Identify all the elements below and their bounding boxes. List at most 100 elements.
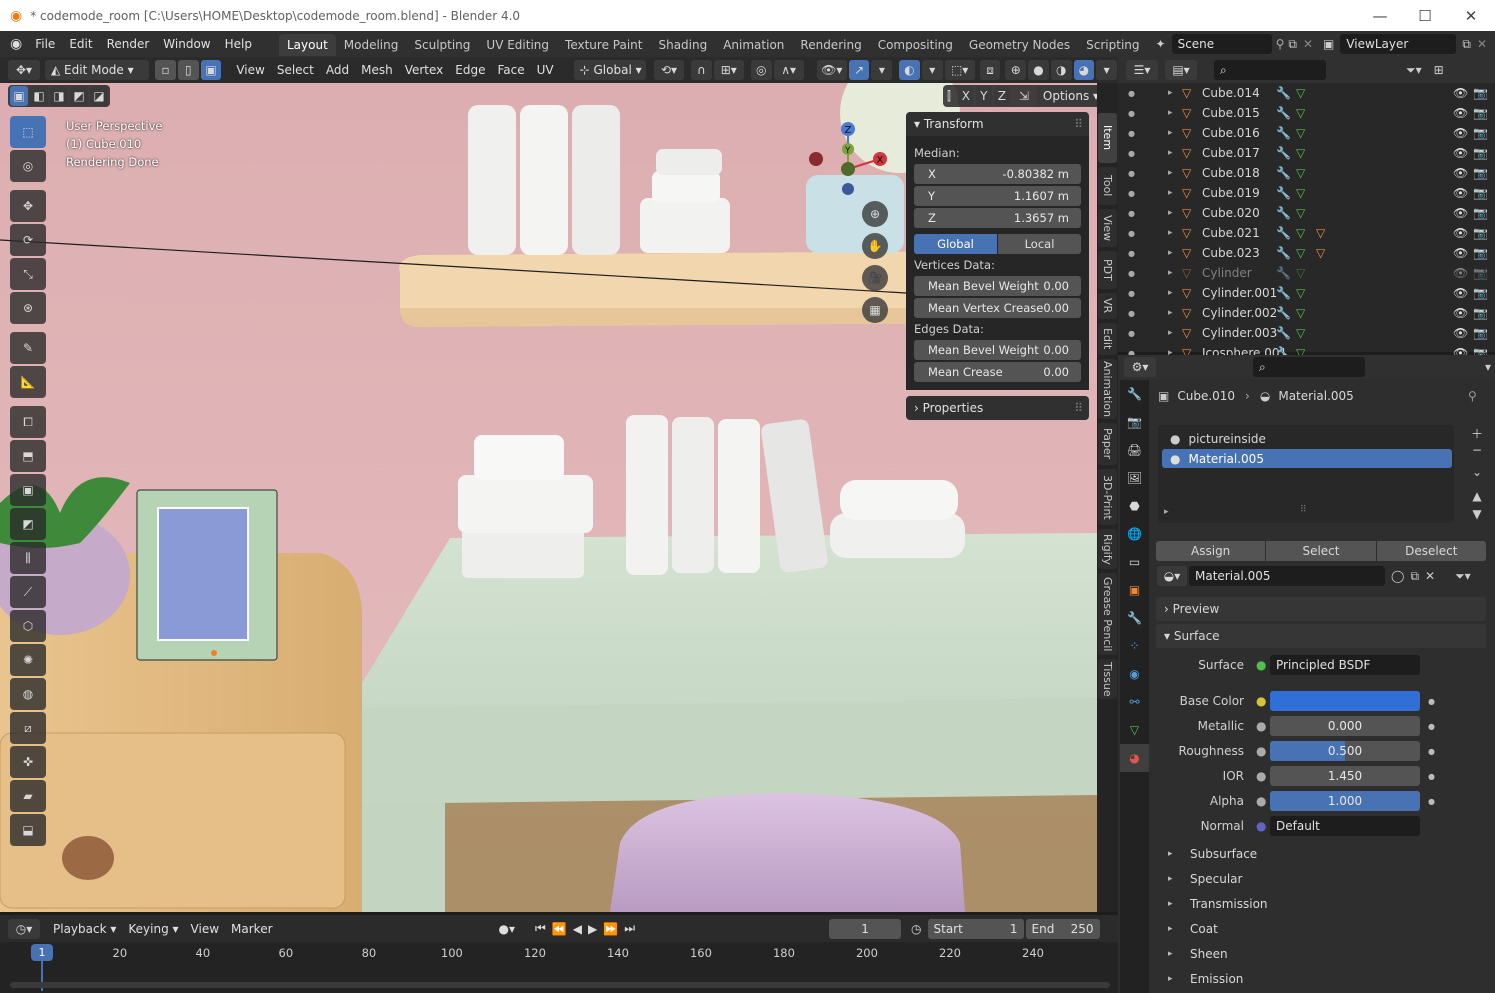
exclude-checkbox-icon[interactable]: ●	[1128, 209, 1142, 218]
rotate-tool-icon[interactable]: ⟳	[10, 224, 46, 256]
sidebar-tab-animation[interactable]: Animation	[1098, 359, 1117, 419]
vertex-crease-field[interactable]: Mean Vertex Crease 0.00	[914, 298, 1081, 318]
global-toggle[interactable]: Global	[914, 234, 997, 254]
slot-item-selected[interactable]: ● Material.005	[1162, 449, 1452, 468]
sidebar-tab-rigify[interactable]: Rigify	[1098, 529, 1117, 569]
loop-cut-tool-icon[interactable]: ⫼	[10, 542, 46, 574]
expand-arrow-icon[interactable]: ▸	[1168, 308, 1182, 318]
menu-edit[interactable]: Edit	[62, 31, 99, 57]
constraints-tab-icon[interactable]: ⚯	[1120, 688, 1149, 716]
new-view-layer-icon[interactable]: ⧉	[1462, 37, 1471, 52]
render-camera-icon[interactable]: 📷	[1473, 306, 1495, 320]
proportional-edit-icon[interactable]: ◎	[750, 60, 772, 80]
ortho-grid-icon[interactable]: ▦	[862, 297, 888, 323]
subsection-emission[interactable]: ▸ Emission	[1168, 967, 1468, 992]
visibility-eye-icon[interactable]: 👁	[1453, 146, 1473, 160]
subsection-specular[interactable]: ▸ Specular	[1168, 867, 1468, 892]
render-tab-icon[interactable]: 📷	[1120, 408, 1149, 436]
normal-field[interactable]: Default	[1270, 816, 1420, 836]
pivot-icon[interactable]: ⟲▾	[653, 60, 684, 80]
exclude-checkbox-icon[interactable]: ●	[1128, 269, 1142, 278]
outliner-row[interactable]: ● ▸ ▽ Cylinder 🔧 ▽ 👁 📷	[1118, 263, 1495, 283]
expand-arrow-icon[interactable]: ▸	[1168, 188, 1182, 198]
menu-add[interactable]: Add	[320, 60, 355, 80]
marker-menu[interactable]: Marker	[225, 919, 278, 939]
material-name-field[interactable]: Material.005	[1189, 566, 1385, 586]
timeline[interactable]: 20 40 60 80 100 120 140 160 180 200 220 240 1	[0, 942, 1118, 993]
shading-dropdown-icon[interactable]: ▾	[1096, 60, 1117, 80]
poly-build-tool-icon[interactable]: ⬡	[10, 610, 46, 642]
face-select-icon[interactable]: ▣	[200, 60, 222, 80]
mirror-icon[interactable]: ⫿	[947, 89, 951, 104]
record-icon[interactable]: ●▾	[499, 922, 516, 936]
exclude-checkbox-icon[interactable]: ●	[1128, 329, 1142, 338]
overlay-dropdown-icon[interactable]: ▾	[921, 60, 943, 80]
subsection-sheen[interactable]: ▸ Sheen	[1168, 942, 1468, 967]
exclude-checkbox-icon[interactable]: ●	[1128, 89, 1142, 98]
keying-menu[interactable]: Keying ▾	[122, 919, 184, 939]
xray-icon[interactable]: ⧈	[979, 60, 1001, 80]
preview-section[interactable]: › Preview	[1156, 597, 1486, 621]
timeline-editor-icon[interactable]: ◷▾	[8, 918, 40, 939]
select-new-icon[interactable]: ▣	[10, 86, 28, 106]
median-z-field[interactable]: Z 1.3657 m	[914, 208, 1081, 228]
exclude-checkbox-icon[interactable]: ●	[1128, 289, 1142, 298]
material-tab-icon[interactable]: ◕	[1120, 744, 1149, 772]
output-tab-icon[interactable]: 🖨	[1120, 436, 1149, 464]
material-shading-icon[interactable]: ◑	[1050, 60, 1072, 80]
sidebar-tab-tool[interactable]: Tool	[1098, 167, 1117, 205]
expand-arrow-icon[interactable]: ▸	[1168, 168, 1182, 178]
snap-target-icon[interactable]: ⊞▾	[713, 60, 744, 80]
falloff-icon[interactable]: ∧▾	[773, 60, 804, 80]
transform-tool-icon[interactable]: ⊛	[10, 292, 46, 324]
expand-arrow-icon[interactable]: ▸	[1168, 208, 1182, 218]
resize-handle-icon[interactable]: ⠿	[1300, 505, 1307, 515]
inset-tool-icon[interactable]: ▣	[10, 474, 46, 506]
keyframe-dot-icon[interactable]: ●	[1428, 772, 1435, 781]
edge-select-icon[interactable]: ▯	[177, 60, 199, 80]
camera-view-icon[interactable]: 🎥	[862, 265, 888, 291]
select-intersect-icon[interactable]: ◪	[90, 86, 108, 106]
measure-tool-icon[interactable]: 📐	[10, 366, 46, 398]
visibility-eye-icon[interactable]: 👁	[1453, 206, 1473, 220]
scale-tool-icon[interactable]: ⤡	[10, 258, 46, 290]
render-camera-icon[interactable]: 📷	[1473, 266, 1495, 280]
gizmo-dropdown-icon[interactable]: ▾	[871, 60, 893, 80]
current-frame-field[interactable]: 1	[829, 918, 902, 939]
deselect-button[interactable]: Deselect	[1376, 541, 1486, 561]
tab-animation[interactable]: Animation	[715, 34, 792, 56]
tab-rendering[interactable]: Rendering	[792, 34, 869, 56]
solid-shading-icon[interactable]: ●	[1028, 60, 1049, 80]
timeline-scrollbar[interactable]	[10, 982, 1110, 988]
sidebar-tab-view[interactable]: View	[1098, 209, 1117, 247]
tool-tab-icon[interactable]: 🔧	[1120, 380, 1149, 408]
node-filter-icon[interactable]: ⏷▾	[1455, 569, 1471, 584]
slot-specials-button[interactable]: ⌄	[1466, 465, 1488, 489]
exclude-checkbox-icon[interactable]: ●	[1128, 309, 1142, 318]
tab-geometry-nodes[interactable]: Geometry Nodes	[961, 34, 1078, 56]
mode-dropdown[interactable]: ◭ Edit Mode ▾	[45, 60, 150, 80]
keyframe-dot-icon[interactable]: ●	[1428, 797, 1435, 806]
editor-type-icon[interactable]: ✥▾	[8, 60, 40, 80]
next-keyframe-icon[interactable]: ⏩	[603, 922, 618, 936]
exclude-checkbox-icon[interactable]: ●	[1128, 249, 1142, 258]
delete-scene-icon[interactable]: ✕	[1303, 37, 1313, 51]
scene-tab-icon[interactable]: ⬣	[1120, 492, 1149, 520]
outliner-row[interactable]: ● ▸ ▽ Cube.020 🔧 ▽ 👁 📷	[1118, 203, 1495, 223]
expand-arrow-icon[interactable]: ▸	[1168, 248, 1182, 258]
expand-arrow-icon[interactable]: ▸	[1168, 148, 1182, 158]
exclude-checkbox-icon[interactable]: ●	[1128, 229, 1142, 238]
delete-view-layer-icon[interactable]: ✕	[1477, 37, 1487, 51]
base-color-swatch[interactable]	[1270, 691, 1420, 711]
outliner-row[interactable]: ● ▸ ▽ Cube.016 🔧 ▽ 👁 📷	[1118, 123, 1495, 143]
close-button[interactable]: ✕	[1448, 0, 1494, 31]
render-camera-icon[interactable]: 📷	[1473, 166, 1495, 180]
edge-crease-field[interactable]: Mean Crease 0.00	[914, 362, 1081, 382]
subsection-coat[interactable]: ▸ Coat	[1168, 917, 1468, 942]
select-button[interactable]: Select	[1266, 541, 1376, 561]
visibility-eye-icon[interactable]: 👁	[1453, 186, 1473, 200]
select-extend-icon[interactable]: ◧	[30, 86, 48, 106]
sidebar-tab-edit[interactable]: Edit	[1098, 323, 1117, 355]
outliner-editor-icon[interactable]: ☰▾	[1126, 60, 1158, 80]
outliner-search-input[interactable]: ⌕	[1214, 60, 1326, 80]
